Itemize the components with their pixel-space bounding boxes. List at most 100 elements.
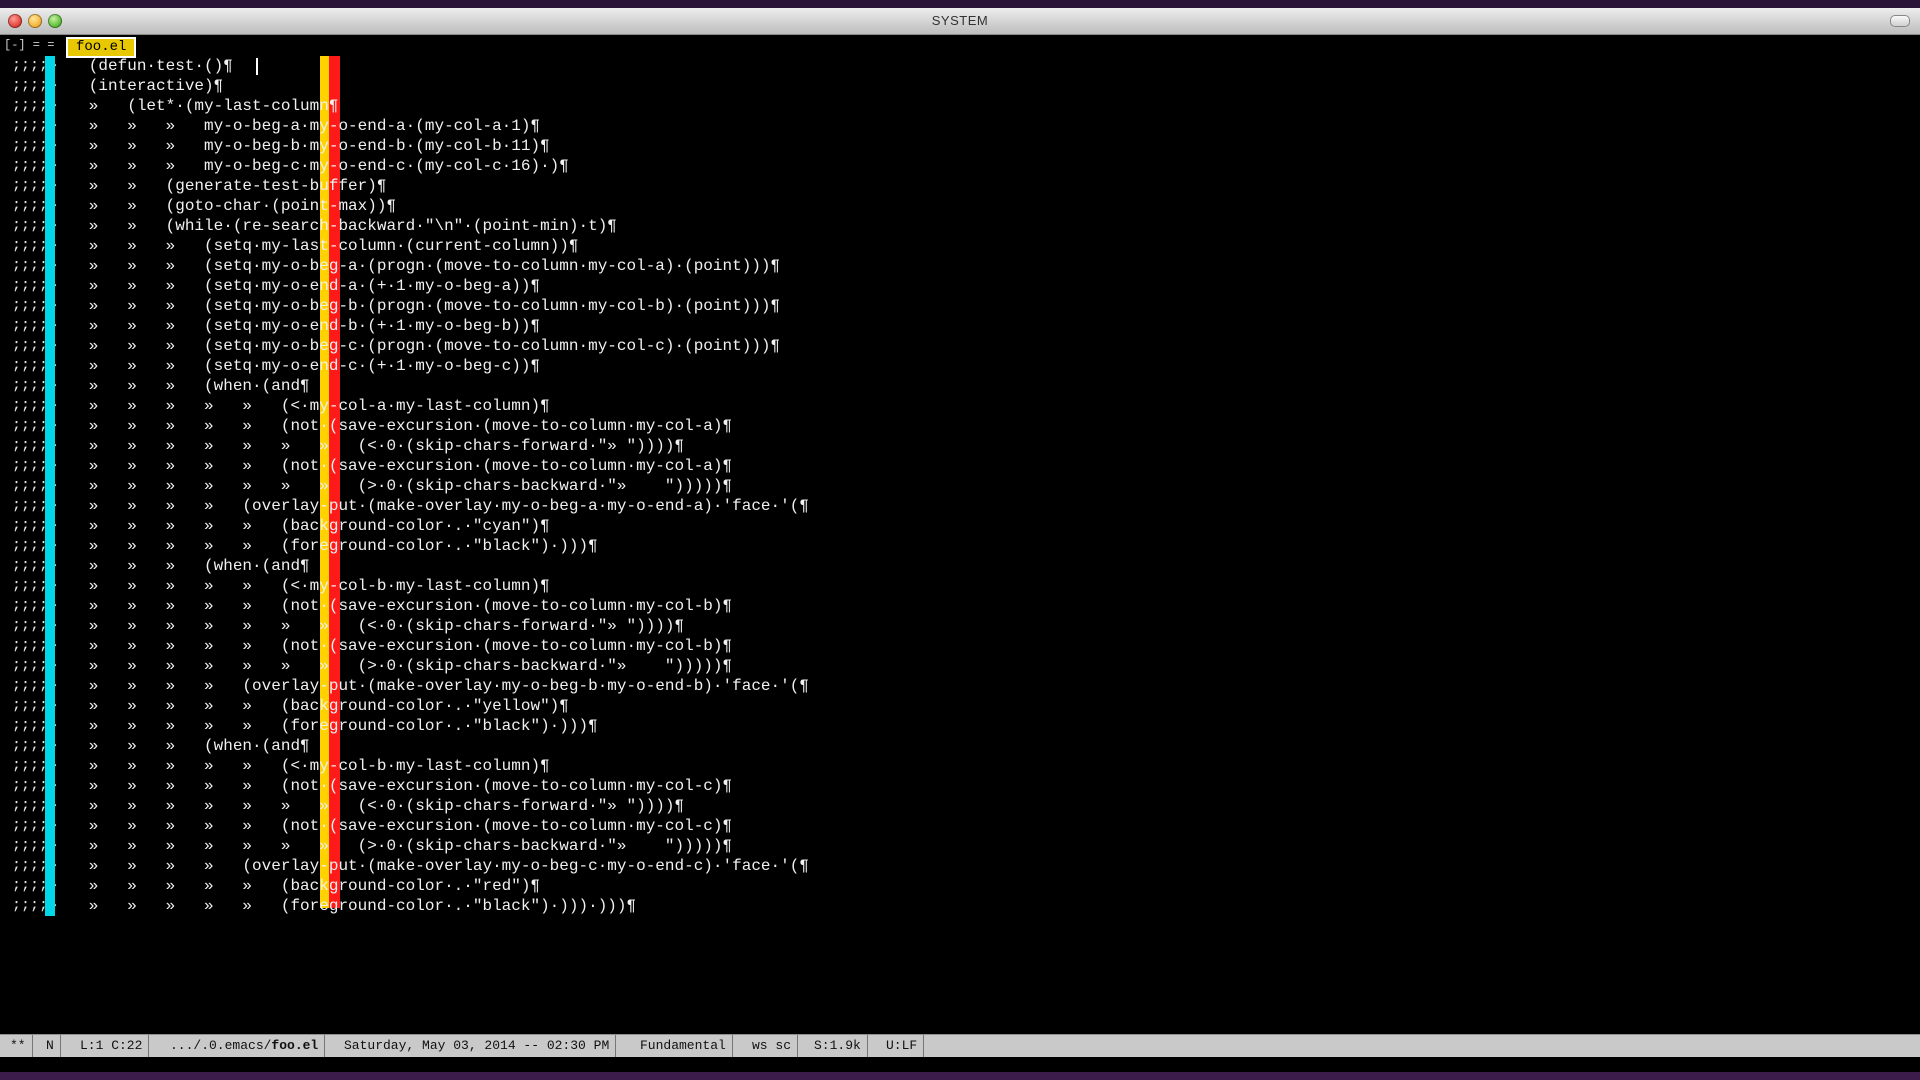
code-line-text: » (let*·(my-last-column¶	[60, 97, 339, 115]
tab-foo-el[interactable]: foo.el	[66, 37, 137, 58]
code-line-text: » » » » » (<·my-col-a·my-last-column)¶	[60, 397, 550, 415]
code-line-text: » » » » » (foreground-color·.·"black")·)…	[60, 717, 598, 735]
column-highlight-cyan	[45, 476, 55, 496]
column-highlight-cyan	[45, 136, 55, 156]
code-line[interactable]: ;;;;» » » » » » (foreground-color·.·"bla…	[0, 896, 1920, 916]
code-line-text: » » » (setq·my-o-end-b·(+·1·my-o-beg-b))…	[60, 317, 541, 335]
modeline-encoding: U:LF	[880, 1035, 925, 1057]
code-line[interactable]: ;;;;» » » » » » (foreground-color·.·"bla…	[0, 536, 1920, 556]
column-highlight-cyan	[45, 176, 55, 196]
code-line[interactable]: ;;;;» » » » » » (<·my-col-a·my-last-colu…	[0, 396, 1920, 416]
code-line-text: » » » (setq·my-last-column·(current-colu…	[60, 237, 579, 255]
code-line-text: » » » » » (foreground-color·.·"black")·)…	[60, 537, 598, 555]
code-line[interactable]: ;;;;» » » » my-o-beg-a·my-o-end-a·(my-co…	[0, 116, 1920, 136]
column-highlight-cyan	[45, 836, 55, 856]
code-line-text: » » (while·(re-search-backward·"\n"·(poi…	[60, 217, 617, 235]
code-line[interactable]: ;;;;» » » » » » » » (<·0·(skip-chars-for…	[0, 796, 1920, 816]
code-line[interactable]: ;;;;» » » » (setq·my-o-beg-b·(progn·(mov…	[0, 296, 1920, 316]
code-line[interactable]: ;;;;» » » » » » (not·(save-excursion·(mo…	[0, 596, 1920, 616]
code-line[interactable]: ;;;;» » » » » (overlay-put·(make-overlay…	[0, 856, 1920, 876]
code-line[interactable]: ;;;;» » » » » » » » (<·0·(skip-chars-for…	[0, 436, 1920, 456]
column-highlight-cyan	[45, 756, 55, 776]
code-line[interactable]: ;;;;» » » » » » » » (<·0·(skip-chars-for…	[0, 616, 1920, 636]
modeline-mode-flag: N	[40, 1035, 61, 1057]
code-line[interactable]: ;;;;» » » » (when·(and¶	[0, 556, 1920, 576]
column-highlight-cyan	[45, 736, 55, 756]
code-line[interactable]: ;;;;» » » » (setq·my-o-end-a·(+·1·my-o-b…	[0, 276, 1920, 296]
code-line[interactable]: ;;;;» » » » » » (<·my-col-b·my-last-colu…	[0, 756, 1920, 776]
code-line-text: » » » (when·(and¶	[60, 737, 310, 755]
column-highlight-cyan	[45, 456, 55, 476]
tab-bar-prefix[interactable]: [-] = =	[4, 38, 54, 52]
code-line[interactable]: ;;;;» » » » » » (not·(save-excursion·(mo…	[0, 776, 1920, 796]
code-line-text: » » » » » (background-color·.·"yellow")¶	[60, 697, 569, 715]
code-line[interactable]: ;;;;» » » » » » (background-color·.·"yel…	[0, 696, 1920, 716]
code-line[interactable]: ;;;;» » » » » » (not·(save-excursion·(mo…	[0, 456, 1920, 476]
code-line-text: » » » » » (background-color·.·"red")¶	[60, 877, 541, 895]
code-line[interactable]: ;;;;» » » » (setq·my-o-end-c·(+·1·my-o-b…	[0, 356, 1920, 376]
modeline-path-prefix: .../.0.emacs/	[170, 1038, 272, 1053]
column-highlight-cyan	[45, 516, 55, 536]
code-line[interactable]: ;;;;» » » » my-o-beg-c·my-o-end-c·(my-co…	[0, 156, 1920, 176]
code-line[interactable]: ;;;;» » (let*·(my-last-column¶	[0, 96, 1920, 116]
column-highlight-cyan	[45, 656, 55, 676]
code-line-text: » » » (setq·my-o-beg-c·(progn·(move-to-c…	[60, 337, 781, 355]
window-title: SYSTEM	[931, 13, 989, 28]
code-line[interactable]: ;;;;» » » » » » » » (>·0·(skip-chars-bac…	[0, 836, 1920, 856]
code-line-text: » » » » » » » (>·0·(skip-chars-backward·…	[60, 837, 733, 855]
modeline-path-file: foo.el	[271, 1038, 319, 1053]
column-highlight-cyan	[45, 536, 55, 556]
editor-buffer[interactable]: ;;;;» (defun·test·()¶;;;;» (interactive)…	[0, 56, 1920, 916]
code-line[interactable]: ;;;;» » » » » » (not·(save-excursion·(mo…	[0, 816, 1920, 836]
code-line[interactable]: ;;;;» » » » (setq·my-o-beg-c·(progn·(mov…	[0, 336, 1920, 356]
code-line-text: » » » » » (not·(save-excursion·(move-to-…	[60, 597, 733, 615]
code-line-text: » » » » » » » (<·0·(skip-chars-forward·"…	[60, 617, 685, 635]
code-line[interactable]: ;;;;» » » » » » (not·(save-excursion·(mo…	[0, 636, 1920, 656]
code-line-text: » » (generate-test-buffer)¶	[60, 177, 387, 195]
code-line[interactable]: ;;;;» » » » » » » » (>·0·(skip-chars-bac…	[0, 656, 1920, 676]
code-line[interactable]: ;;;;» » » » » » (<·my-col-b·my-last-colu…	[0, 576, 1920, 596]
column-highlight-cyan	[45, 256, 55, 276]
code-line-text: (defun·test·()¶	[60, 57, 233, 75]
modeline-position: L:1 C:22	[74, 1035, 150, 1057]
code-line[interactable]: ;;;;» » » (while·(re-search-backward·"\n…	[0, 216, 1920, 236]
code-line[interactable]: ;;;;» » » » » » (background-color·.·"red…	[0, 876, 1920, 896]
code-line[interactable]: ;;;;» » » (goto-char·(point-max))¶	[0, 196, 1920, 216]
code-line-text: » » » (when·(and¶	[60, 377, 310, 395]
code-line[interactable]: ;;;;» (defun·test·()¶	[0, 56, 1920, 76]
code-line-text: (interactive)¶	[60, 77, 224, 95]
column-highlight-cyan	[45, 276, 55, 296]
column-highlight-cyan	[45, 376, 55, 396]
code-line[interactable]: ;;;;» » » » (setq·my-o-beg-a·(progn·(mov…	[0, 256, 1920, 276]
modeline-datetime: Saturday, May 03, 2014 -- 02:30 PM	[338, 1035, 617, 1057]
code-line[interactable]: ;;;;» » » » » » (foreground-color·.·"bla…	[0, 716, 1920, 736]
tab-bar: [-] = = foo.el	[0, 35, 1920, 58]
code-line[interactable]: ;;;;» » » » (when·(and¶	[0, 376, 1920, 396]
toolbar-toggle-icon[interactable]	[1890, 15, 1910, 27]
column-highlight-cyan	[45, 856, 55, 876]
code-line-text: » » » » » (<·my-col-b·my-last-column)¶	[60, 577, 550, 595]
code-line[interactable]: ;;;;» » » (generate-test-buffer)¶	[0, 176, 1920, 196]
modeline-size: S:1.9k	[808, 1035, 868, 1057]
code-line-text: » » » » » » » (>·0·(skip-chars-backward·…	[60, 477, 733, 495]
modeline-file-path[interactable]: .../.0.emacs/foo.el	[164, 1035, 326, 1057]
code-line[interactable]: ;;;;» » » » » » (not·(save-excursion·(mo…	[0, 416, 1920, 436]
code-line[interactable]: ;;;;» » » » my-o-beg-b·my-o-end-b·(my-co…	[0, 136, 1920, 156]
emacs-window: SYSTEM [-] = = foo.el ;;;;» (defun·test·…	[0, 8, 1920, 1072]
code-line[interactable]: ;;;;» » » » » (overlay-put·(make-overlay…	[0, 676, 1920, 696]
column-highlight-cyan	[45, 296, 55, 316]
code-line-text: » » » my-o-beg-a·my-o-end-a·(my-col-a·1)…	[60, 117, 541, 135]
column-highlight-cyan	[45, 396, 55, 416]
modeline-major-mode[interactable]: Fundamental	[634, 1035, 733, 1057]
code-line-text: » » » » » (not·(save-excursion·(move-to-…	[60, 817, 733, 835]
code-line[interactable]: ;;;;» » » » » » » » (>·0·(skip-chars-bac…	[0, 476, 1920, 496]
code-line[interactable]: ;;;;» » » » (setq·my-last-column·(curren…	[0, 236, 1920, 256]
text-cursor	[256, 58, 258, 75]
modeline-minor-modes[interactable]: ws sc	[746, 1035, 799, 1057]
code-line[interactable]: ;;;;» » » » (when·(and¶	[0, 736, 1920, 756]
title-bar[interactable]: SYSTEM	[0, 8, 1920, 35]
code-line[interactable]: ;;;;» » » » » » (background-color·.·"cya…	[0, 516, 1920, 536]
code-line[interactable]: ;;;;» » » » » (overlay-put·(make-overlay…	[0, 496, 1920, 516]
code-line[interactable]: ;;;;» (interactive)¶	[0, 76, 1920, 96]
code-line[interactable]: ;;;;» » » » (setq·my-o-end-b·(+·1·my-o-b…	[0, 316, 1920, 336]
